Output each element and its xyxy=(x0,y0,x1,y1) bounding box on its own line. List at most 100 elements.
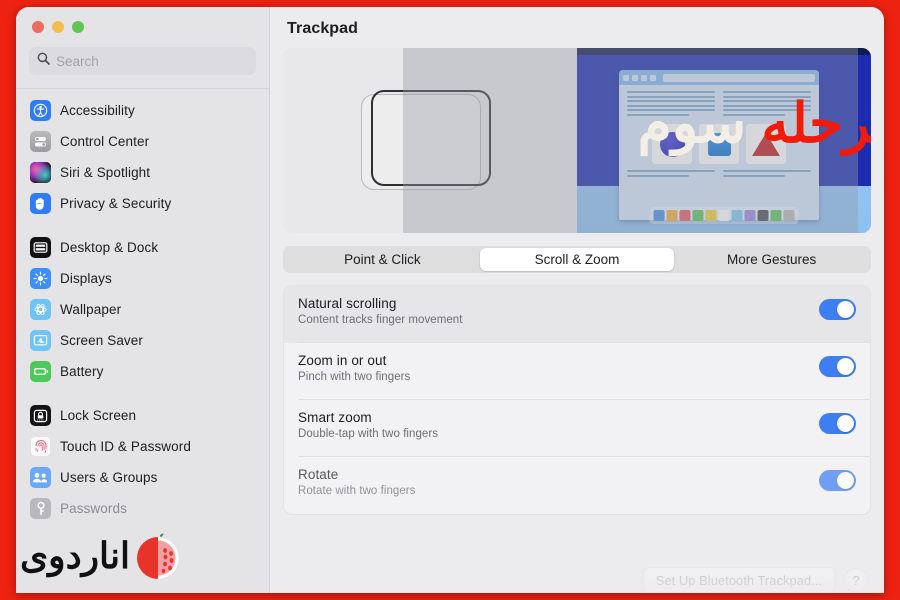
sidebar-item-passwords[interactable]: Passwords xyxy=(24,493,261,524)
setting-row-smart-zoom[interactable]: Smart zoom Double-tap with two fingers xyxy=(284,400,870,457)
sidebar-item-users-groups[interactable]: Users & Groups xyxy=(24,462,261,493)
triangle-shape-icon xyxy=(752,132,780,156)
setup-bluetooth-trackpad-button[interactable]: Set Up Bluetooth Trackpad... xyxy=(642,567,835,593)
sidebar-item-wallpaper[interactable]: Wallpaper xyxy=(24,294,261,325)
preview-dot xyxy=(650,74,656,81)
sidebar-item-screen-saver[interactable]: Screen Saver xyxy=(24,325,261,356)
color-swatch xyxy=(666,210,678,221)
tab-scroll-and-zoom[interactable]: Scroll & Zoom xyxy=(479,248,675,271)
control-center-icon xyxy=(30,131,51,152)
sidebar-item-label: Siri & Spotlight xyxy=(60,165,151,180)
desktop-dock-icon xyxy=(30,237,51,258)
sidebar-item-label: Control Center xyxy=(60,134,150,149)
preview-shape-card xyxy=(746,124,786,164)
color-swatch xyxy=(757,210,769,221)
setting-subtitle: Content tracks finger movement xyxy=(298,314,463,326)
settings-card: Natural scrolling Content tracks finger … xyxy=(283,285,871,515)
minimize-button[interactable] xyxy=(52,21,64,33)
sidebar-item-displays[interactable]: Displays xyxy=(24,263,261,294)
search-field[interactable] xyxy=(29,47,256,75)
preview-shape-card xyxy=(652,124,692,164)
trackpad-dark-shape xyxy=(371,90,491,186)
sidebar-item-battery[interactable]: Battery xyxy=(24,356,261,387)
gesture-preview: مرحله سوم xyxy=(283,48,871,233)
sidebar-item-label: Battery xyxy=(60,364,104,379)
color-swatch xyxy=(770,210,782,221)
preview-shape-card xyxy=(699,124,739,164)
sidebar-item-label: Desktop & Dock xyxy=(60,240,159,255)
sidebar-item-label: Wallpaper xyxy=(60,302,122,317)
preview-text-column xyxy=(723,91,811,118)
setting-title: Natural scrolling xyxy=(298,296,397,311)
toggle-zoom-in-or-out[interactable] xyxy=(819,356,856,377)
preview-dot xyxy=(632,74,638,81)
setting-row-rotate[interactable]: Rotate Rotate with two fingers xyxy=(284,457,870,514)
siri-icon xyxy=(30,162,51,183)
setting-row-zoom-in-or-out[interactable]: Zoom in or out Pinch with two fingers xyxy=(284,343,870,400)
preview-window-body xyxy=(619,85,819,164)
sidebar-item-accessibility[interactable]: Accessibility xyxy=(24,95,261,126)
square-shape-icon xyxy=(707,132,731,156)
color-swatch xyxy=(718,210,730,221)
sidebar-item-lock-screen[interactable]: Lock Screen xyxy=(24,400,261,431)
accessibility-icon xyxy=(30,100,51,121)
preview-dot xyxy=(623,74,629,81)
preview-window-titlebar xyxy=(619,70,819,85)
preview-text-column xyxy=(627,91,715,118)
search-container xyxy=(16,33,269,75)
color-swatch xyxy=(731,210,743,221)
sidebar-list: Accessibility Control Center Siri & Spot… xyxy=(16,89,269,524)
tab-more-gestures[interactable]: More Gestures xyxy=(674,248,869,271)
sidebar-item-label: Screen Saver xyxy=(60,333,143,348)
setting-title: Smart zoom xyxy=(298,410,372,425)
setting-title: Zoom in or out xyxy=(298,353,387,368)
sidebar-item-label: Passwords xyxy=(60,501,127,516)
preview-footer-columns xyxy=(619,164,819,179)
system-settings-window: Accessibility Control Center xyxy=(16,7,884,593)
close-button[interactable] xyxy=(32,21,44,33)
screen-preview-illustration xyxy=(577,48,871,233)
displays-icon xyxy=(30,268,51,289)
passwords-key-icon xyxy=(30,498,51,519)
sidebar-item-label: Privacy & Security xyxy=(60,196,172,211)
sidebar-item-siri-spotlight[interactable]: Siri & Spotlight xyxy=(24,157,261,188)
search-icon xyxy=(37,52,50,70)
sidebar-item-label: Touch ID & Password xyxy=(60,439,191,454)
color-swatch xyxy=(679,210,691,221)
bottom-button-bar: Set Up Bluetooth Trackpad... ? xyxy=(642,567,868,593)
maximize-button[interactable] xyxy=(72,21,84,33)
toggle-rotate[interactable] xyxy=(819,470,856,491)
sidebar-item-label: Accessibility xyxy=(60,103,135,118)
sidebar-item-touch-id[interactable]: Touch ID & Password xyxy=(24,431,261,462)
sidebar-item-control-center[interactable]: Control Center xyxy=(24,126,261,157)
tab-point-and-click[interactable]: Point & Click xyxy=(285,248,480,271)
preview-color-swatches xyxy=(649,207,799,224)
sidebar-item-label: Displays xyxy=(60,271,112,286)
preview-urlbar xyxy=(663,73,815,82)
color-swatch xyxy=(744,210,756,221)
tab-bar: Point & Click Scroll & Zoom More Gesture… xyxy=(283,246,871,273)
battery-icon xyxy=(30,361,51,382)
lock-screen-icon xyxy=(30,405,51,426)
sidebar: Accessibility Control Center xyxy=(16,7,270,593)
watermark-text: اناردوی xyxy=(20,535,131,576)
preview-text-columns xyxy=(627,91,811,118)
red-frame-border: Accessibility Control Center xyxy=(0,0,900,600)
sidebar-item-desktop-dock[interactable]: Desktop & Dock xyxy=(24,232,261,263)
help-button[interactable]: ? xyxy=(844,568,868,592)
color-swatch xyxy=(692,210,704,221)
preview-shape-row xyxy=(627,124,811,164)
color-swatch xyxy=(783,210,795,221)
sidebar-item-privacy-security[interactable]: Privacy & Security xyxy=(24,188,261,219)
preview-dot xyxy=(641,74,647,81)
toggle-smart-zoom[interactable] xyxy=(819,413,856,434)
traffic-light-controls xyxy=(16,7,269,33)
toggle-natural-scrolling[interactable] xyxy=(819,299,856,320)
preview-window xyxy=(619,70,819,220)
search-input[interactable] xyxy=(56,53,248,69)
touch-id-icon xyxy=(30,436,51,457)
setting-row-natural-scrolling[interactable]: Natural scrolling Content tracks finger … xyxy=(284,286,870,343)
color-swatch xyxy=(705,210,717,221)
